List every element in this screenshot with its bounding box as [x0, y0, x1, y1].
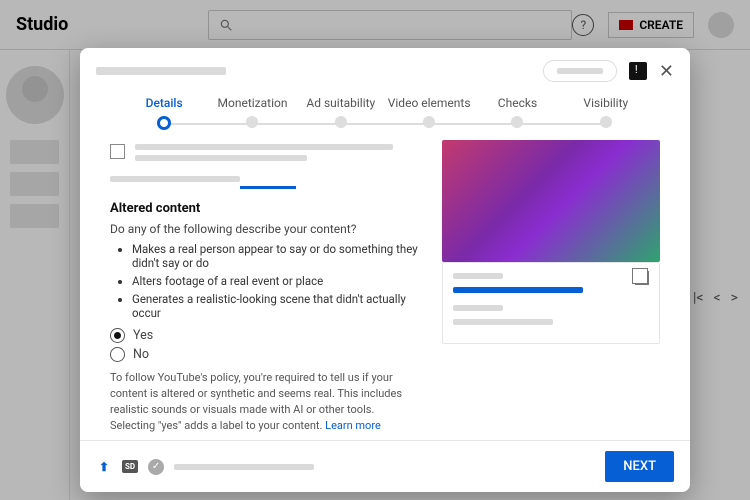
stepper: Details Monetization Ad suitability Vide…: [80, 90, 690, 134]
video-link-card: [442, 262, 660, 344]
radio-yes[interactable]: Yes: [110, 328, 422, 343]
active-tab-indicator: [240, 186, 296, 189]
list-item: Makes a real person appear to say or do …: [132, 242, 422, 270]
radio-no[interactable]: No: [110, 347, 422, 362]
close-icon[interactable]: ✕: [659, 61, 674, 82]
list-item: Generates a realistic-looking scene that…: [132, 292, 422, 320]
step-monetization[interactable]: Monetization: [208, 96, 296, 128]
sd-badge: SD: [122, 460, 138, 473]
step-checks[interactable]: Checks: [473, 96, 561, 128]
step-video-elements[interactable]: Video elements: [385, 96, 473, 128]
learn-more-link[interactable]: Learn more: [325, 419, 381, 432]
step-visibility[interactable]: Visibility: [562, 96, 650, 128]
altered-content-question: Do any of the following describe your co…: [110, 222, 422, 236]
list-item: Alters footage of a real event or place: [132, 274, 422, 288]
upload-icon: ⬆: [96, 459, 112, 475]
step-ad-suitability[interactable]: Ad suitability: [297, 96, 385, 128]
video-link[interactable]: [453, 287, 583, 293]
radio-icon: [110, 347, 125, 362]
next-button[interactable]: NEXT: [605, 451, 674, 482]
policy-text: To follow YouTube's policy, you're requi…: [110, 370, 422, 434]
step-details[interactable]: Details: [120, 96, 208, 130]
check-icon: ✓: [148, 459, 164, 475]
altered-content-heading: Altered content: [110, 201, 422, 216]
upload-dialog: ✕ Details Monetization Ad suitability Vi…: [80, 48, 690, 492]
option-row: [110, 144, 422, 166]
video-title-placeholder: [96, 67, 226, 75]
altered-content-list: Makes a real person appear to say or do …: [110, 242, 422, 320]
dialog-header: ✕: [80, 48, 690, 90]
upload-status: [174, 464, 314, 470]
radio-icon: [110, 328, 125, 343]
copy-icon[interactable]: [635, 271, 649, 285]
dialog-footer: ⬆ SD ✓ NEXT: [80, 440, 690, 492]
checkbox[interactable]: [110, 144, 125, 159]
feedback-icon[interactable]: [629, 62, 647, 80]
video-thumbnail[interactable]: [442, 140, 660, 262]
save-draft-button[interactable]: [543, 60, 617, 82]
